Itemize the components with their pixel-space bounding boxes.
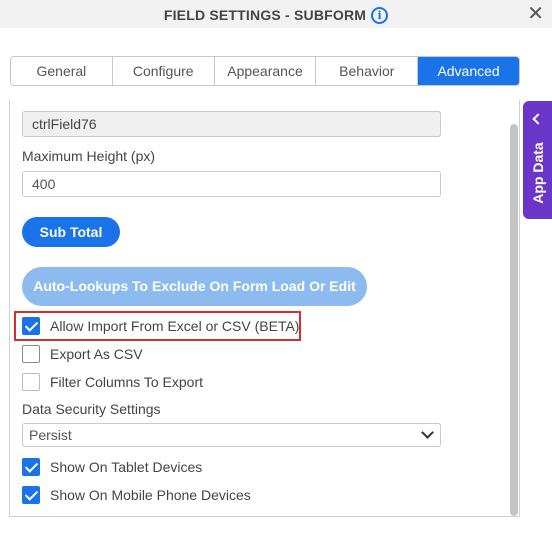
control-name-field[interactable]: ctrlField76 [22, 111, 441, 137]
app-data-panel-toggle[interactable]: App Data [523, 101, 552, 219]
auto-lookups-button[interactable]: Auto-Lookups To Exclude On Form Load Or … [22, 267, 367, 306]
info-icon[interactable]: i [371, 6, 389, 24]
panel-scrollbar[interactable] [510, 124, 518, 516]
chevron-left-icon [532, 113, 544, 125]
app-data-label: App Data [530, 142, 546, 204]
show-mobile-label: Show On Mobile Phone Devices [50, 487, 251, 503]
show-tablet-checkbox[interactable] [22, 458, 40, 476]
dialog-title-text: FIELD SETTINGS - SUBFORM [163, 7, 367, 24]
max-height-input[interactable]: 400 [22, 171, 441, 197]
tab-configure[interactable]: Configure [113, 57, 215, 85]
chevron-down-icon [421, 426, 434, 439]
close-icon[interactable]: ✕ [527, 3, 544, 23]
show-tablet-option[interactable]: Show On Tablet Devices [22, 457, 202, 477]
data-security-label: Data Security Settings [22, 401, 161, 417]
allow-import-label: Allow Import From Excel or CSV (BETA) [50, 318, 300, 334]
export-csv-label: Export As CSV [50, 346, 143, 362]
allow-import-checkbox[interactable] [22, 317, 40, 335]
data-security-select[interactable]: Persist [22, 423, 441, 447]
show-mobile-option[interactable]: Show On Mobile Phone Devices [22, 485, 251, 505]
data-security-value: Persist [29, 427, 72, 443]
sub-total-button[interactable]: Sub Total [22, 217, 120, 247]
dialog-title: FIELD SETTINGS - SUBFORM i [0, 6, 552, 24]
show-mobile-checkbox[interactable] [22, 486, 40, 504]
tab-advanced[interactable]: Advanced [418, 57, 519, 85]
filter-columns-checkbox[interactable] [22, 373, 40, 391]
export-csv-checkbox[interactable] [22, 345, 40, 363]
dialog-header: FIELD SETTINGS - SUBFORM i ✕ [0, 0, 552, 28]
max-height-label: Maximum Height (px) [22, 148, 156, 164]
filter-columns-label: Filter Columns To Export [50, 374, 204, 390]
export-csv-option[interactable]: Export As CSV [22, 344, 143, 364]
tab-general[interactable]: General [11, 57, 113, 85]
settings-tabs: General Configure Appearance Behavior Ad… [10, 56, 520, 86]
filter-columns-option[interactable]: Filter Columns To Export [22, 372, 203, 392]
allow-import-option[interactable]: Allow Import From Excel or CSV (BETA) [22, 316, 299, 336]
tab-appearance[interactable]: Appearance [215, 57, 317, 85]
show-tablet-label: Show On Tablet Devices [50, 459, 203, 475]
tab-behavior[interactable]: Behavior [316, 57, 419, 85]
